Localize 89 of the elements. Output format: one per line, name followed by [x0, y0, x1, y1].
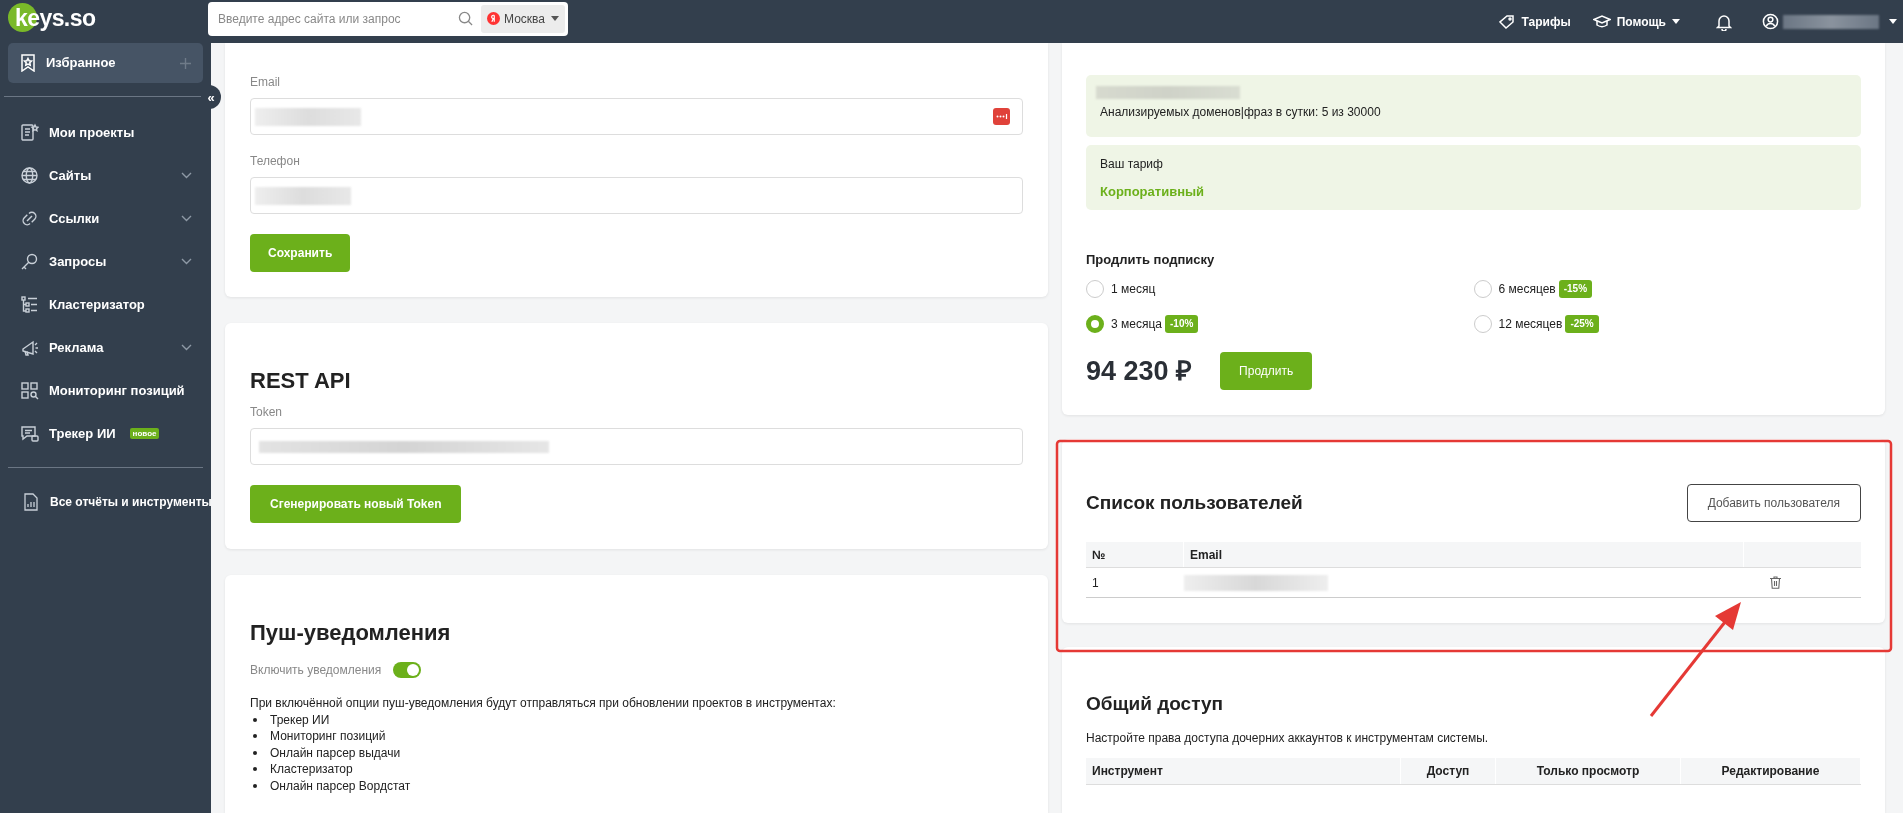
chevron-down-icon[interactable]: [181, 215, 192, 222]
add-user-button[interactable]: Добавить пользователя: [1686, 484, 1861, 522]
section-title: Пуш-уведомления: [250, 619, 452, 647]
megaphone-icon: [20, 338, 39, 357]
radio-button[interactable]: [1086, 315, 1104, 333]
yandex-icon: [487, 12, 501, 25]
list-item-text: Трекер ИИ: [270, 711, 330, 728]
chat-bot-icon: [20, 424, 39, 443]
column-header: Email: [1184, 542, 1744, 567]
bookmark-star-icon: [20, 54, 36, 72]
globe-icon: [20, 166, 39, 185]
sidebar-item[interactable]: Кластеризатор: [0, 283, 211, 326]
column-header: Редактирование: [1681, 757, 1861, 784]
bullet-icon: [253, 750, 257, 755]
token-field[interactable]: [250, 428, 1023, 465]
renew-title: Продлить подписку: [1086, 251, 1216, 269]
usage-text: Анализируемых доменов|фраз в сутки: 5 из 30000: [1100, 104, 1382, 121]
grid-search-icon: [20, 381, 39, 400]
toggle-switch[interactable]: [393, 662, 422, 678]
radio-button[interactable]: [1473, 280, 1492, 298]
sidebar-item[interactable]: Реклама: [0, 326, 211, 369]
radio-button[interactable]: [1086, 280, 1104, 298]
sidebar-item[interactable]: Сайты: [0, 154, 211, 197]
column-header: Инструмент: [1086, 757, 1401, 784]
new-badge: новое: [129, 428, 160, 439]
list-item-text: Кластеризатор: [270, 761, 353, 778]
report-icon: [24, 493, 38, 511]
column-header: №: [1086, 542, 1184, 567]
key-icon: [20, 252, 39, 271]
sidebar-item[interactable]: Запросы: [0, 240, 211, 283]
list-item-text: Онлайн парсер выдачи: [270, 744, 401, 761]
period-option[interactable]: 1 месяц: [1086, 279, 1474, 299]
field-label: Token: [250, 404, 284, 421]
price-text: 94 230 ₽: [1086, 354, 1193, 388]
sidebar-item[interactable]: Ссылки: [0, 197, 211, 240]
table-cell-text: 1: [1091, 574, 1100, 592]
description-text: Настройте права доступа дочерних аккаунтов к инструментам системы.: [1086, 729, 1490, 747]
field-label: Email: [250, 74, 281, 91]
discount-badge: -25%: [1565, 315, 1599, 333]
list-item-text: Онлайн парсер Вордстат: [270, 777, 411, 794]
chevron-down-icon[interactable]: [181, 258, 192, 265]
column-header: Доступ: [1401, 757, 1496, 784]
bullet-icon: [253, 734, 257, 739]
favorites-item[interactable]: Избранное: [8, 43, 203, 83]
section-title: Список пользователей: [1086, 490, 1303, 515]
password-manager-icon[interactable]: [993, 108, 1010, 125]
region-dropdown[interactable]: Москва: [481, 4, 565, 33]
sidebar-item[interactable]: Мониторинг позиций: [0, 369, 211, 412]
section-title: REST API: [250, 367, 352, 395]
list-item-text: Мониторинг позиций: [270, 728, 386, 745]
discount-badge: -15%: [1558, 280, 1593, 298]
caret-icon: [551, 16, 559, 21]
radio-button[interactable]: [1473, 315, 1492, 333]
period-option[interactable]: 12 месяцев -25%: [1473, 314, 1861, 334]
period-option[interactable]: 3 месяца -10%: [1086, 314, 1474, 334]
description-text: При включённой опции пуш-уведомления будут отправляться при обновлении проектов в инструментах:: [250, 695, 837, 712]
section-title: Общий доступ: [1086, 692, 1224, 716]
bullet-icon: [253, 783, 257, 788]
chevron-down-icon[interactable]: [181, 344, 192, 351]
bullet-icon: [253, 717, 257, 722]
user-avatar-icon[interactable]: [1762, 13, 1779, 30]
bullet-icon: [253, 767, 257, 772]
column-header: Только просмотр: [1496, 757, 1681, 784]
discount-badge: -10%: [1165, 315, 1199, 333]
search-field[interactable]: Введите адрес сайта или запрос Москва: [208, 1, 568, 36]
plan-label: Ваш тариф: [1100, 156, 1164, 173]
chevron-down-icon[interactable]: [181, 172, 192, 179]
sidebar-item[interactable]: Мои проекты: [0, 111, 211, 154]
search-icon[interactable]: [458, 11, 474, 26]
sidebar-item[interactable]: Трекер ИИ новое: [0, 412, 211, 455]
field-label: Телефон: [250, 153, 301, 170]
trash-icon[interactable]: [1770, 576, 1781, 589]
notification-bell-icon[interactable]: [1716, 12, 1732, 31]
projects-icon: [20, 123, 39, 142]
pricing-link[interactable]: Тарифы: [1499, 12, 1571, 31]
collapse-sidebar-button[interactable]: «: [201, 85, 221, 109]
plus-icon[interactable]: [180, 57, 191, 69]
tag-icon: [1499, 14, 1516, 29]
toggle-label: Включить уведомления: [250, 662, 382, 679]
help-menu[interactable]: Помощь: [1592, 12, 1680, 31]
email-field[interactable]: [250, 98, 1023, 135]
plan-name: Корпоративный: [1100, 183, 1206, 201]
period-option[interactable]: 6 месяцев -15%: [1473, 279, 1861, 299]
phone-field[interactable]: [250, 177, 1023, 214]
caret-icon[interactable]: [1889, 19, 1897, 24]
hierarchy-icon: [20, 295, 39, 314]
graduation-cap-icon: [1592, 15, 1611, 28]
link-icon: [20, 209, 39, 228]
sidebar-item[interactable]: Все отчёты и инструменты: [0, 488, 211, 516]
